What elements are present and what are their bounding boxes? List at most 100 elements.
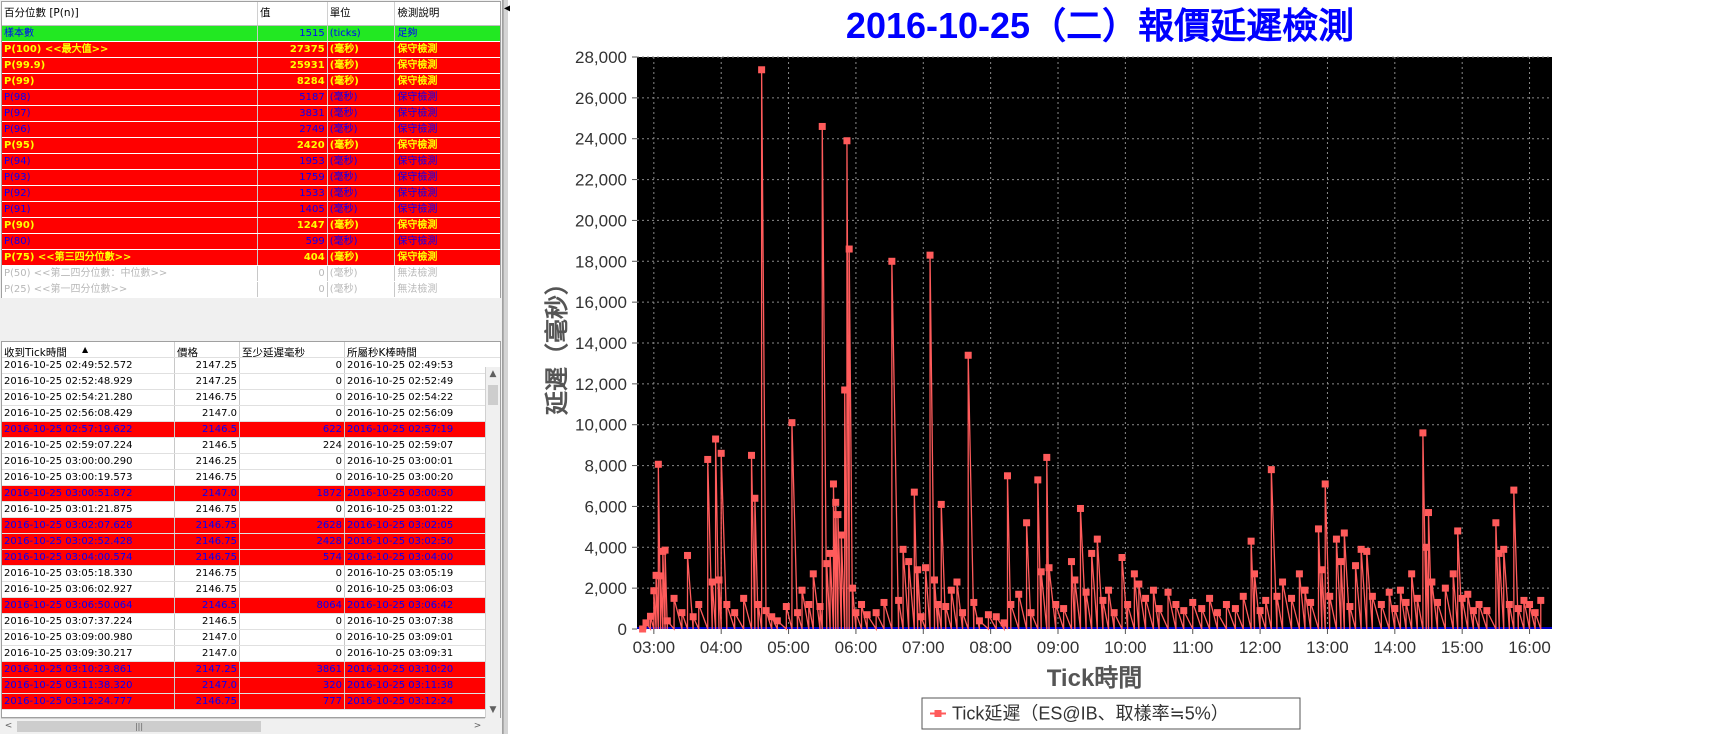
tick-row[interactable]: 2016-10-25 03:10:23.861 2147.25 3861 2016-1… bbox=[2, 662, 500, 678]
horizontal-scroll-thumb[interactable]: ||| bbox=[17, 721, 261, 732]
data-point-marker bbox=[1007, 600, 1015, 608]
scroll-right-icon[interactable]: > bbox=[470, 719, 485, 734]
data-point-marker bbox=[953, 578, 961, 586]
data-point-marker bbox=[754, 600, 762, 608]
chart-area: 2016-10-25（二）報價延遲檢測 0 2,000 4,000 6,000 8,00… bbox=[510, 0, 1712, 734]
percentile-row[interactable]: P(25) <<第一四分位數>> 0 (毫秒) 無法檢測 bbox=[2, 282, 500, 298]
tick-delay: 574 bbox=[240, 550, 345, 565]
data-point-marker bbox=[910, 488, 918, 496]
percentile-value: 1405 bbox=[258, 202, 328, 217]
scroll-up-icon[interactable]: ▲ bbox=[486, 367, 500, 382]
tick-row[interactable]: 2016-10-25 02:52:48.929 2147.25 0 2016-10-2… bbox=[2, 374, 500, 390]
tick-price: 2146.75 bbox=[175, 694, 240, 709]
percentile-label: P(90) bbox=[2, 218, 258, 233]
tick-row[interactable]: 2016-10-25 03:06:02.927 2146.75 0 2016-10-2… bbox=[2, 582, 500, 598]
data-point-marker bbox=[1337, 558, 1345, 566]
y-tick-label: 28,000 bbox=[575, 48, 627, 67]
percentile-row[interactable]: P(93) 1759 (毫秒) 保守檢測 bbox=[2, 170, 500, 186]
tick-row[interactable]: 2016-10-25 03:02:07.628 2146.75 2628 2016-1… bbox=[2, 518, 500, 534]
percentile-unit: (毫秒) bbox=[328, 154, 396, 169]
vertical-scrollbar[interactable]: ▲ ▼ bbox=[485, 367, 500, 718]
y-tick-label: 18,000 bbox=[575, 252, 627, 271]
tick-row[interactable]: 2016-10-25 03:09:30.217 2147.0 0 2016-10-25… bbox=[2, 646, 500, 662]
percentile-row[interactable]: P(94) 1953 (毫秒) 保守檢測 bbox=[2, 154, 500, 170]
tick-row[interactable]: 2016-10-25 03:00:51.872 2147.0 1872 2016-10… bbox=[2, 486, 500, 502]
col-header-unit[interactable]: 單位 bbox=[328, 2, 396, 25]
tick-delay: 320 bbox=[240, 678, 345, 693]
tick-row[interactable]: 2016-10-25 03:00:00.290 2146.25 0 2016-10-2… bbox=[2, 454, 500, 470]
col-header-bar-time[interactable]: 所屬秒K棒時間 bbox=[345, 342, 486, 357]
col-header-note[interactable]: 檢測說明 bbox=[395, 2, 500, 25]
data-point-marker bbox=[1396, 586, 1404, 594]
tick-row[interactable]: 2016-10-25 02:54:21.280 2146.75 0 2016-10-2… bbox=[2, 390, 500, 406]
col-header-value[interactable]: 值 bbox=[258, 2, 328, 25]
percentile-row[interactable]: 樣本數 1515 (ticks) 足夠 bbox=[2, 26, 500, 42]
tick-delay: 0 bbox=[240, 390, 345, 405]
percentile-row[interactable]: P(99) 8284 (毫秒) 保守檢測 bbox=[2, 74, 500, 90]
data-point-marker bbox=[1003, 472, 1011, 480]
percentile-row[interactable]: P(99.9) 25931 (毫秒) 保守檢測 bbox=[2, 58, 500, 74]
data-point-marker bbox=[849, 584, 857, 592]
percentile-row[interactable]: P(97) 3831 (毫秒) 保守檢測 bbox=[2, 106, 500, 122]
data-point-marker bbox=[1273, 592, 1281, 600]
data-point-marker bbox=[1180, 607, 1188, 615]
y-tick-label: 24,000 bbox=[575, 130, 627, 149]
percentile-row[interactable]: P(98) 5187 (毫秒) 保守檢測 bbox=[2, 90, 500, 106]
tick-delay: 0 bbox=[240, 646, 345, 661]
data-point-marker bbox=[1135, 580, 1143, 588]
percentile-row[interactable]: P(50) <<第二四分位數：中位數>> 0 (毫秒) 無法檢測 bbox=[2, 266, 500, 282]
col-header-price[interactable]: 價格 bbox=[175, 342, 240, 357]
data-point-marker bbox=[708, 578, 716, 586]
tick-row[interactable]: 2016-10-25 03:02:52.428 2146.75 2428 2016-1… bbox=[2, 534, 500, 550]
tick-row[interactable]: 2016-10-25 03:01:21.875 2146.75 0 2016-10-2… bbox=[2, 502, 500, 518]
data-point-marker bbox=[717, 449, 725, 457]
percentile-row[interactable]: P(95) 2420 (毫秒) 保守檢測 bbox=[2, 138, 500, 154]
percentile-label: P(25) <<第一四分位數>> bbox=[2, 282, 258, 297]
col-header-tick-time[interactable]: 收到Tick時間 ▲ bbox=[2, 342, 175, 357]
tick-row[interactable]: 2016-10-25 02:59:07.224 2146.5 224 2016-10-… bbox=[2, 438, 500, 454]
tick-row[interactable]: 2016-10-25 03:04:00.574 2146.75 574 2016-10… bbox=[2, 550, 500, 566]
data-point-marker bbox=[1454, 527, 1462, 535]
percentile-row[interactable]: P(91) 1405 (毫秒) 保守檢測 bbox=[2, 202, 500, 218]
tick-row[interactable]: 2016-10-25 02:56:08.429 2147.0 0 2016-10-25… bbox=[2, 406, 500, 422]
percentile-row[interactable]: P(92) 1533 (毫秒) 保守檢測 bbox=[2, 186, 500, 202]
data-point-marker bbox=[1288, 594, 1296, 602]
y-tick-label: 22,000 bbox=[575, 171, 627, 190]
percentile-row[interactable]: P(100) <<最大值>> 27375 (毫秒) 保守檢測 bbox=[2, 42, 500, 58]
tick-row[interactable]: 2016-10-25 03:07:37.224 2146.5 0 2016-10-25… bbox=[2, 614, 500, 630]
percentile-label: P(91) bbox=[2, 202, 258, 217]
data-point-marker bbox=[1408, 570, 1416, 578]
percentile-note: 保守檢測 bbox=[397, 108, 438, 119]
percentile-row[interactable]: P(90) 1247 (毫秒) 保守檢測 bbox=[2, 218, 500, 234]
x-tick-label: 16:00 bbox=[1508, 638, 1551, 657]
percentile-row[interactable]: P(96) 2749 (毫秒) 保守檢測 bbox=[2, 122, 500, 138]
percentile-note: 保守檢測 bbox=[397, 60, 438, 71]
col-header-delay[interactable]: 至少延遲毫秒 bbox=[240, 342, 345, 357]
sort-ascending-icon: ▲ bbox=[82, 345, 89, 354]
data-point-marker bbox=[1537, 596, 1545, 604]
tick-bar-time: 2016-10-25 03:12:24 bbox=[347, 696, 454, 707]
vertical-scroll-thumb[interactable] bbox=[488, 385, 498, 405]
tick-bar-time: 2016-10-25 03:01:22 bbox=[347, 504, 454, 515]
percentile-row[interactable]: P(75) <<第三四分位數>> 404 (毫秒) 保守檢測 bbox=[2, 250, 500, 266]
percentile-row[interactable]: P(80) 599 (毫秒) 保守檢測 bbox=[2, 234, 500, 250]
data-point-marker bbox=[1531, 609, 1539, 617]
tick-row[interactable]: 2016-10-25 03:12:24.777 2146.75 777 2016-10… bbox=[2, 694, 500, 710]
horizontal-scrollbar[interactable]: < ||| > bbox=[1, 718, 485, 733]
tick-row[interactable]: 2016-10-25 03:09:00.980 2147.0 0 2016-10-25… bbox=[2, 630, 500, 646]
tick-delay: 0 bbox=[240, 614, 345, 629]
col-header-percentile[interactable]: 百分位數 [P(n)] bbox=[2, 2, 258, 25]
pane-splitter[interactable]: ◀ bbox=[503, 0, 512, 734]
data-point-marker bbox=[841, 386, 849, 394]
tick-row[interactable]: 2016-10-25 03:06:50.064 2146.5 8064 2016-10… bbox=[2, 598, 500, 614]
scroll-down-icon[interactable]: ▼ bbox=[486, 703, 500, 718]
data-point-marker bbox=[1164, 588, 1172, 596]
tick-price: 2146.75 bbox=[175, 550, 240, 565]
tick-row[interactable]: 2016-10-25 02:49:52.572 2147.25 0 2016-10-2… bbox=[2, 358, 500, 374]
data-point-marker bbox=[926, 251, 934, 259]
scroll-left-icon[interactable]: < bbox=[1, 719, 16, 734]
tick-row[interactable]: 2016-10-25 03:00:19.573 2146.75 0 2016-10-2… bbox=[2, 470, 500, 486]
tick-row[interactable]: 2016-10-25 03:05:18.330 2146.75 0 2016-10-2… bbox=[2, 566, 500, 582]
tick-row[interactable]: 2016-10-25 03:11:38.320 2147.0 320 2016-10-… bbox=[2, 678, 500, 694]
tick-row[interactable]: 2016-10-25 02:57:19.622 2146.5 622 2016-10-… bbox=[2, 422, 500, 438]
